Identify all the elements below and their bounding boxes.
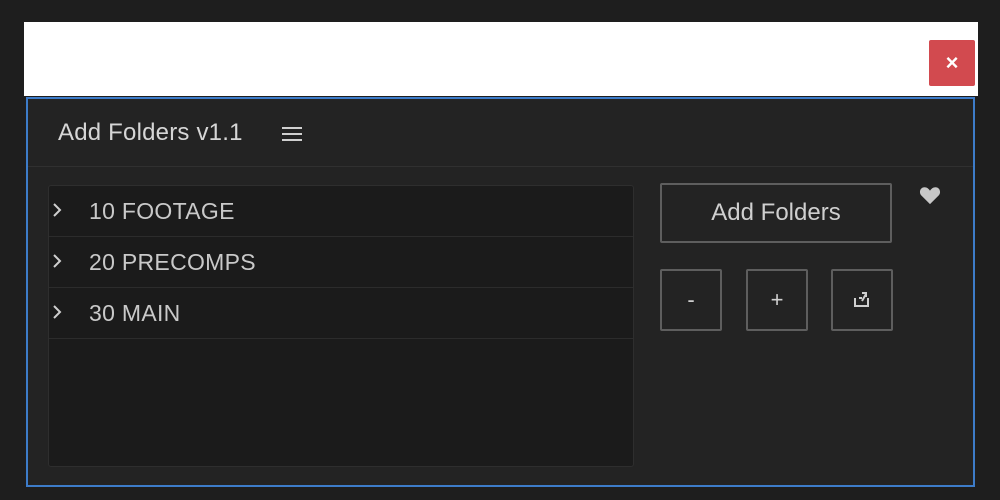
chevron-right-icon[interactable] xyxy=(51,304,63,320)
chevron-right-icon[interactable] xyxy=(51,202,63,218)
chevron-right-icon[interactable] xyxy=(51,253,63,269)
window-titlebar xyxy=(24,22,978,96)
folder-label: 10 FOOTAGE xyxy=(89,198,235,224)
hamburger-menu-icon[interactable] xyxy=(282,125,304,143)
remove-folder-button[interactable]: - xyxy=(660,269,722,331)
folder-list: 10 FOOTAGE 20 PRECOMPS 30 MAIN xyxy=(48,185,634,467)
folder-label: 20 PRECOMPS xyxy=(89,249,256,275)
heart-icon[interactable] xyxy=(919,185,941,205)
add-folders-panel: Add Folders v1.1 10 FOOTAGE 20 PRECOMPS xyxy=(26,97,975,487)
folder-row[interactable]: 20 PRECOMPS xyxy=(49,237,633,288)
add-folder-button[interactable]: + xyxy=(746,269,808,331)
folder-row[interactable]: 10 FOOTAGE xyxy=(49,186,633,237)
folder-row[interactable]: 30 MAIN xyxy=(49,288,633,339)
sync-folders-button[interactable] xyxy=(831,269,893,331)
close-button[interactable]: × xyxy=(929,40,975,86)
folder-sync-icon xyxy=(854,292,869,307)
panel-header: Add Folders v1.1 xyxy=(28,99,973,167)
add-folders-button[interactable]: Add Folders xyxy=(660,183,892,243)
folder-label: 30 MAIN xyxy=(89,300,181,326)
panel-title: Add Folders v1.1 xyxy=(58,119,243,146)
app-root: × Add Folders v1.1 10 FOOTAGE 20 PRECOMP… xyxy=(0,0,1000,500)
